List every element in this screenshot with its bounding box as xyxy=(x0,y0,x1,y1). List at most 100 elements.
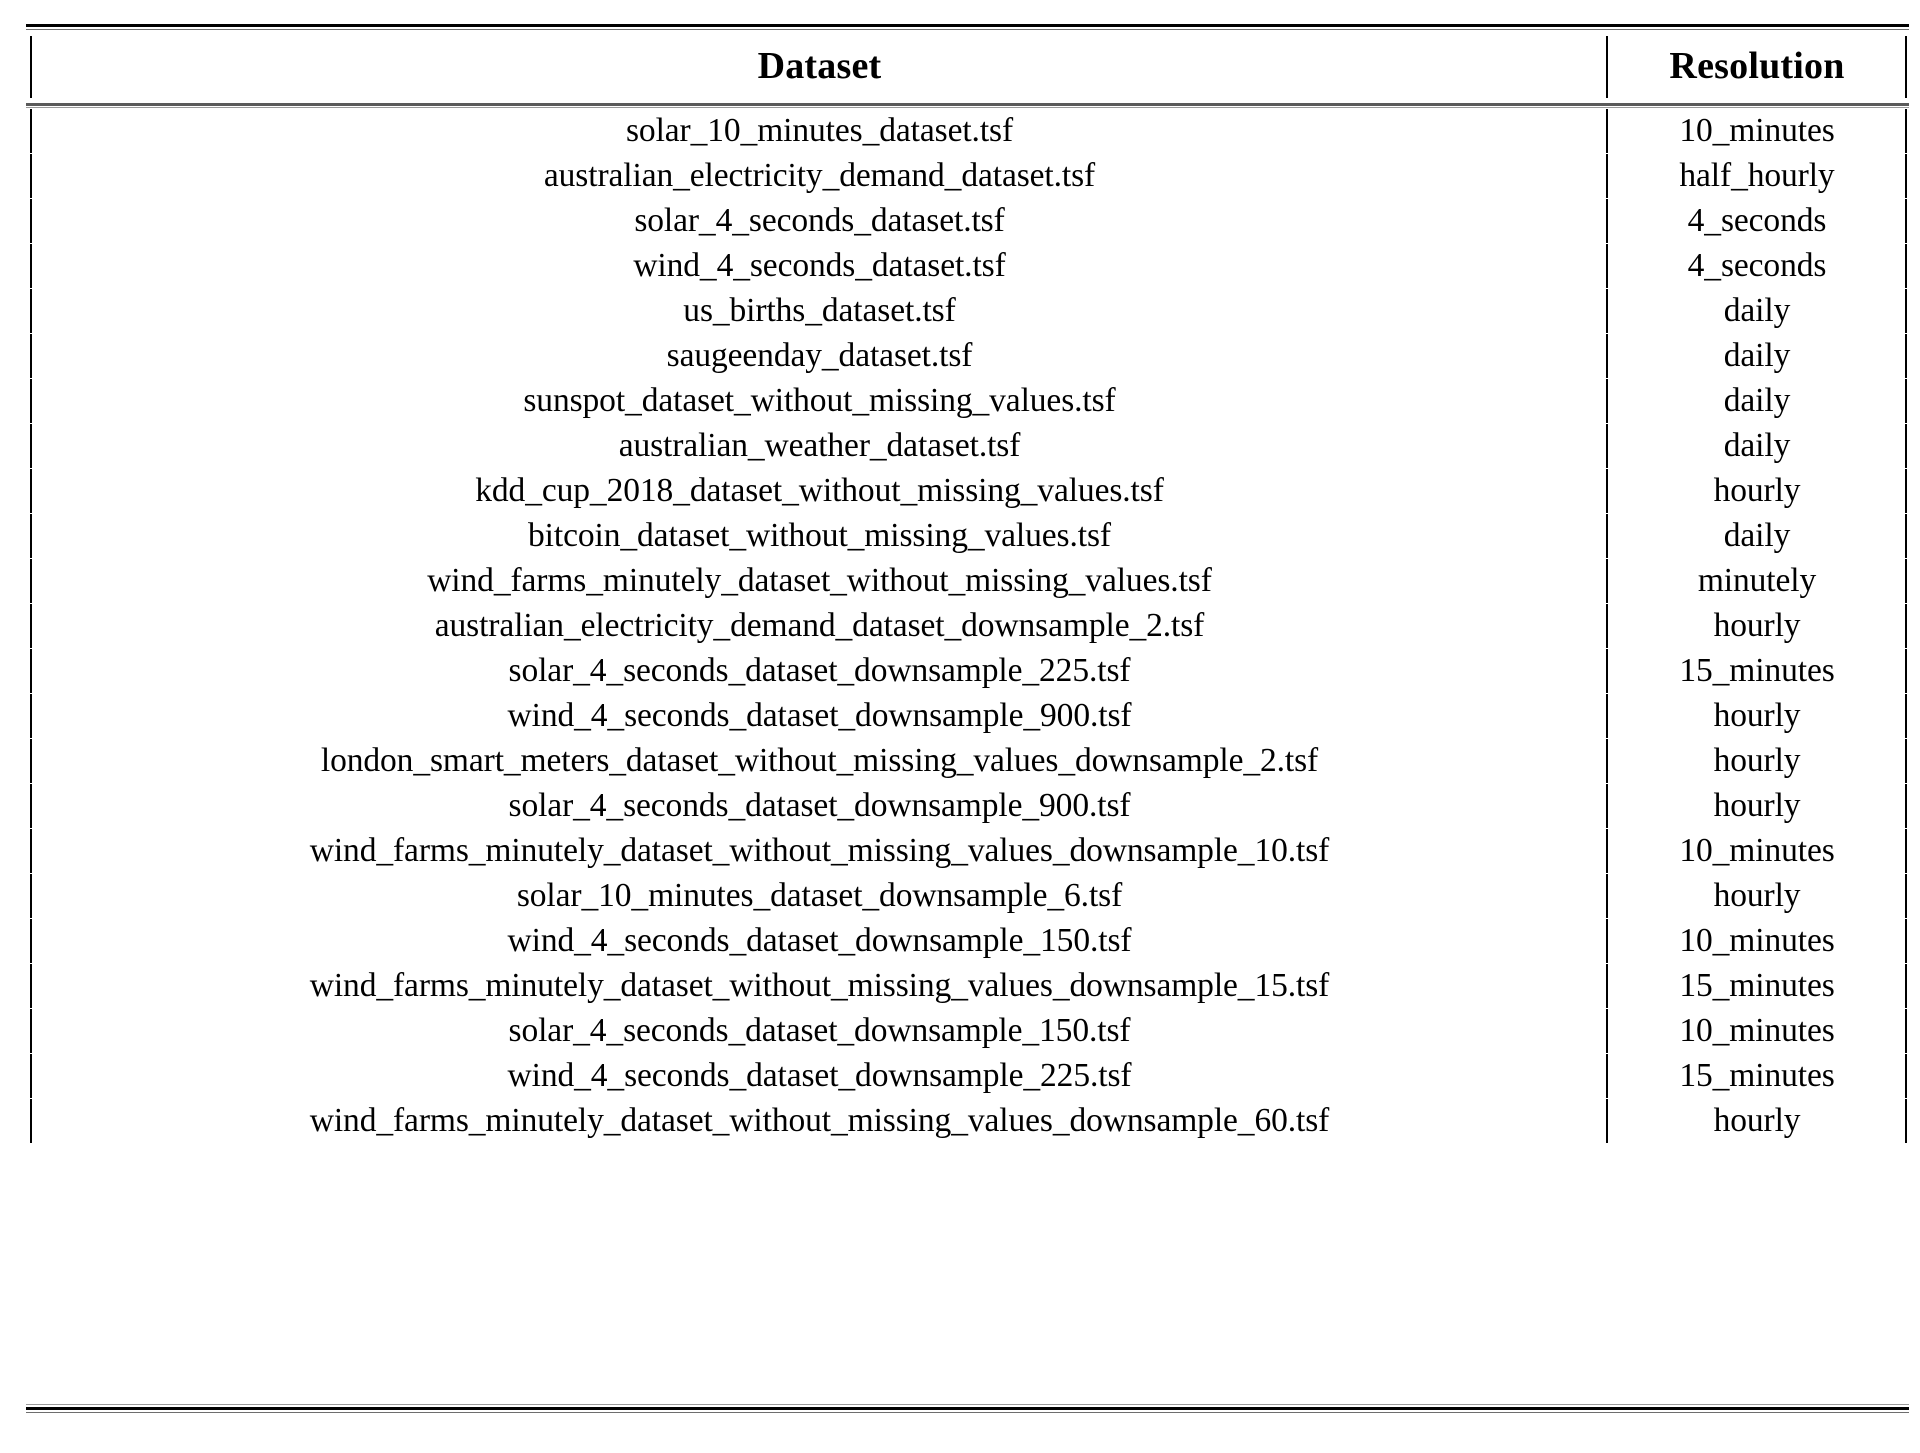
cell-resolution: 10_minutes xyxy=(1610,828,1904,873)
cell-dataset: wind_4_seconds_dataset_downsample_150.ts… xyxy=(33,918,1606,963)
cell-dataset-text: sunspot_dataset_without_missing_values.t… xyxy=(523,381,1116,419)
row-middle-vertical-rule xyxy=(1606,739,1608,783)
cell-resolution: hourly xyxy=(1610,1098,1904,1143)
row-middle-vertical-rule xyxy=(1606,829,1608,873)
cell-resolution: hourly xyxy=(1610,603,1904,648)
cell-dataset-text: wind_farms_minutely_dataset_without_miss… xyxy=(309,831,1330,869)
table-row: australian_electricity_demand_dataset.ts… xyxy=(0,153,1920,198)
column-header-resolution-label: Resolution xyxy=(1669,45,1845,87)
cell-resolution-text: half_hourly xyxy=(1679,156,1835,194)
cell-dataset: solar_4_seconds_dataset.tsf xyxy=(33,198,1606,243)
table-row: solar_10_minutes_dataset.tsf 10_minutes xyxy=(0,108,1920,153)
column-header-resolution: Resolution xyxy=(1610,29,1904,103)
cell-resolution: 15_minutes xyxy=(1610,1053,1904,1098)
cell-dataset-text: solar_4_seconds_dataset.tsf xyxy=(634,201,1005,239)
row-right-vertical-rule xyxy=(1905,604,1907,648)
row-left-vertical-rule xyxy=(30,1009,32,1053)
row-right-vertical-rule xyxy=(1905,514,1907,558)
cell-resolution-text: hourly xyxy=(1713,1101,1801,1139)
row-right-vertical-rule xyxy=(1905,829,1907,873)
cell-resolution-text: hourly xyxy=(1713,786,1801,824)
table-row: sunspot_dataset_without_missing_values.t… xyxy=(0,378,1920,423)
cell-resolution-text: 10_minutes xyxy=(1679,111,1835,149)
cell-dataset-text: wind_4_seconds_dataset_downsample_900.ts… xyxy=(507,696,1132,734)
cell-resolution-text: daily xyxy=(1723,426,1791,464)
cell-dataset-text: solar_4_seconds_dataset_downsample_900.t… xyxy=(508,786,1131,824)
cell-resolution-text: hourly xyxy=(1713,696,1801,734)
cell-dataset-text: wind_4_seconds_dataset.tsf xyxy=(633,246,1006,284)
row-middle-vertical-rule xyxy=(1606,919,1608,963)
row-right-vertical-rule xyxy=(1905,649,1907,693)
cell-dataset-text: bitcoin_dataset_without_missing_values.t… xyxy=(528,516,1111,554)
table-row: wind_farms_minutely_dataset_without_miss… xyxy=(0,963,1920,1008)
table-bottom-rule-shadow xyxy=(26,1412,1909,1413)
cell-resolution: hourly xyxy=(1610,468,1904,513)
table-row: solar_4_seconds_dataset.tsf 4_seconds xyxy=(0,198,1920,243)
cell-resolution-text: 10_minutes xyxy=(1679,921,1835,959)
cell-dataset-text: london_smart_meters_dataset_without_miss… xyxy=(320,741,1319,779)
row-left-vertical-rule xyxy=(30,1099,32,1143)
cell-resolution: 4_seconds xyxy=(1610,243,1904,288)
cell-dataset: kdd_cup_2018_dataset_without_missing_val… xyxy=(33,468,1606,513)
cell-resolution-text: 10_minutes xyxy=(1679,831,1835,869)
cell-dataset: wind_4_seconds_dataset.tsf xyxy=(33,243,1606,288)
table-row: us_births_dataset.tsf daily xyxy=(0,288,1920,333)
cell-dataset-text: wind_farms_minutely_dataset_without_miss… xyxy=(427,561,1212,599)
table-row: kdd_cup_2018_dataset_without_missing_val… xyxy=(0,468,1920,513)
table-row: london_smart_meters_dataset_without_miss… xyxy=(0,738,1920,783)
cell-resolution-text: daily xyxy=(1723,291,1791,329)
column-header-dataset-label: Dataset xyxy=(757,45,882,87)
cell-dataset-text: australian_electricity_demand_dataset_do… xyxy=(434,606,1205,644)
header-right-vertical-rule xyxy=(1905,36,1907,98)
cell-resolution-text: daily xyxy=(1723,516,1791,554)
cell-resolution-text: hourly xyxy=(1713,471,1801,509)
row-left-vertical-rule xyxy=(30,424,32,468)
table-row: bitcoin_dataset_without_missing_values.t… xyxy=(0,513,1920,558)
cell-dataset: solar_4_seconds_dataset_downsample_225.t… xyxy=(33,648,1606,693)
row-middle-vertical-rule xyxy=(1606,1099,1608,1143)
row-right-vertical-rule xyxy=(1905,334,1907,378)
cell-dataset: solar_10_minutes_dataset_downsample_6.ts… xyxy=(33,873,1606,918)
column-header-dataset: Dataset xyxy=(33,29,1606,103)
row-left-vertical-rule xyxy=(30,829,32,873)
row-middle-vertical-rule xyxy=(1606,379,1608,423)
cell-dataset: london_smart_meters_dataset_without_miss… xyxy=(33,738,1606,783)
cell-dataset: wind_farms_minutely_dataset_without_miss… xyxy=(33,1098,1606,1143)
row-middle-vertical-rule xyxy=(1606,694,1608,738)
row-left-vertical-rule xyxy=(30,649,32,693)
row-right-vertical-rule xyxy=(1905,109,1907,153)
row-middle-vertical-rule xyxy=(1606,964,1608,1008)
row-left-vertical-rule xyxy=(30,244,32,288)
row-right-vertical-rule xyxy=(1905,244,1907,288)
row-middle-vertical-rule xyxy=(1606,469,1608,513)
cell-resolution: hourly xyxy=(1610,693,1904,738)
row-left-vertical-rule xyxy=(30,784,32,828)
cell-resolution: 4_seconds xyxy=(1610,198,1904,243)
cell-resolution-text: hourly xyxy=(1713,606,1801,644)
row-middle-vertical-rule xyxy=(1606,424,1608,468)
cell-resolution: 15_minutes xyxy=(1610,648,1904,693)
cell-resolution-text: 15_minutes xyxy=(1679,651,1835,689)
cell-resolution-text: 10_minutes xyxy=(1679,1011,1835,1049)
row-middle-vertical-rule xyxy=(1606,244,1608,288)
row-middle-vertical-rule xyxy=(1606,1054,1608,1098)
row-right-vertical-rule xyxy=(1905,469,1907,513)
row-right-vertical-rule xyxy=(1905,1054,1907,1098)
cell-resolution: 15_minutes xyxy=(1610,963,1904,1008)
cell-resolution-text: daily xyxy=(1723,381,1791,419)
cell-dataset: wind_4_seconds_dataset_downsample_225.ts… xyxy=(33,1053,1606,1098)
table-body: solar_10_minutes_dataset.tsf 10_minutes au… xyxy=(0,108,1920,1143)
table-row: wind_4_seconds_dataset.tsf 4_seconds xyxy=(0,243,1920,288)
cell-resolution: half_hourly xyxy=(1610,153,1904,198)
row-middle-vertical-rule xyxy=(1606,289,1608,333)
cell-dataset-text: solar_4_seconds_dataset_downsample_150.t… xyxy=(508,1011,1131,1049)
cell-dataset: solar_4_seconds_dataset_downsample_150.t… xyxy=(33,1008,1606,1053)
cell-resolution: daily xyxy=(1610,378,1904,423)
cell-resolution-text: 15_minutes xyxy=(1679,1056,1835,1094)
table-bottom-rule-highlight xyxy=(26,1404,1909,1405)
row-left-vertical-rule xyxy=(30,514,32,558)
header-left-vertical-rule xyxy=(30,36,32,98)
cell-dataset: australian_weather_dataset.tsf xyxy=(33,423,1606,468)
row-right-vertical-rule xyxy=(1905,379,1907,423)
row-right-vertical-rule xyxy=(1905,424,1907,468)
